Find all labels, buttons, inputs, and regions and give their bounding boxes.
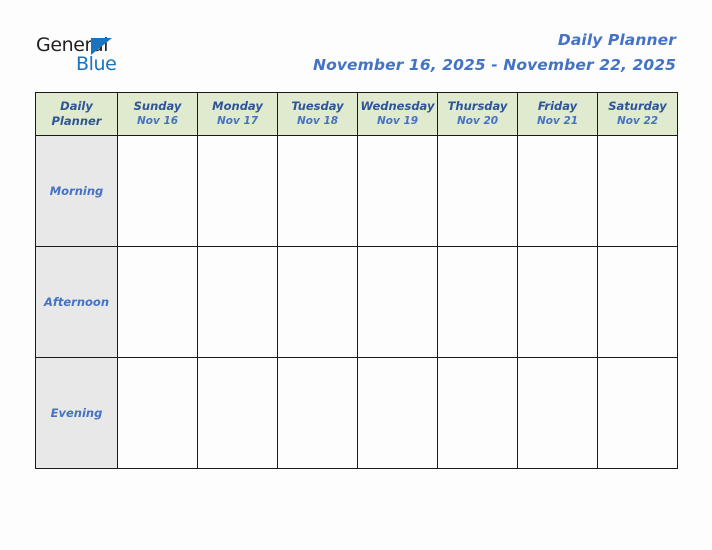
day-date: Nov 17: [216, 114, 259, 127]
planner-cell-evening-friday[interactable]: [517, 357, 598, 469]
day-date: Nov 22: [616, 114, 659, 127]
table-header-row: Daily Planner Sunday Nov 16 Monday Nov 1…: [35, 92, 678, 136]
planner-cell-afternoon-sunday[interactable]: [117, 246, 198, 358]
period-label-text: Afternoon: [43, 295, 110, 309]
day-name: Tuesday: [291, 99, 344, 114]
day-date: Nov 16: [136, 114, 179, 127]
period-label-text: Morning: [49, 184, 104, 198]
day-header-thursday: Thursday Nov 20: [437, 92, 518, 136]
day-header-friday: Friday Nov 21: [517, 92, 598, 136]
page-title: Daily Planner: [557, 31, 676, 49]
day-name: Thursday: [447, 99, 508, 114]
day-header-sunday: Sunday Nov 16: [117, 92, 198, 136]
planner-cell-afternoon-thursday[interactable]: [437, 246, 518, 358]
corner-cell: Daily Planner: [35, 92, 118, 136]
day-header-wednesday: Wednesday Nov 19: [357, 92, 438, 136]
date-range: November 16, 2025 - November 22, 2025: [313, 55, 676, 74]
day-header-tuesday: Tuesday Nov 18: [277, 92, 358, 136]
day-name: Saturday: [608, 99, 667, 114]
planner-cell-morning-saturday[interactable]: [597, 135, 678, 247]
planner-cell-evening-thursday[interactable]: [437, 357, 518, 469]
planner-cell-morning-sunday[interactable]: [117, 135, 198, 247]
day-date: Nov 20: [456, 114, 499, 127]
planner-cell-morning-tuesday[interactable]: [277, 135, 358, 247]
table-row-morning: Morning: [35, 135, 678, 247]
planner-cell-morning-friday[interactable]: [517, 135, 598, 247]
planner-cell-morning-thursday[interactable]: [437, 135, 518, 247]
planner-cell-afternoon-friday[interactable]: [517, 246, 598, 358]
planner-cell-morning-monday[interactable]: [197, 135, 278, 247]
day-date: Nov 19: [376, 114, 419, 127]
period-label-afternoon: Afternoon: [35, 246, 118, 358]
planner-cell-evening-wednesday[interactable]: [357, 357, 438, 469]
corner-line-1: Daily: [60, 99, 93, 114]
day-name: Monday: [212, 99, 263, 114]
day-name: Sunday: [133, 99, 182, 114]
table-row-evening: Evening: [35, 357, 678, 469]
period-label-text: Evening: [50, 406, 103, 420]
generalblue-logo[interactable]: General Blue: [36, 36, 126, 76]
period-label-evening: Evening: [35, 357, 118, 469]
planner-cell-evening-saturday[interactable]: [597, 357, 678, 469]
day-name: Wednesday: [360, 99, 435, 114]
table-row-afternoon: Afternoon: [35, 246, 678, 358]
planner-cell-evening-sunday[interactable]: [117, 357, 198, 469]
planner-cell-morning-wednesday[interactable]: [357, 135, 438, 247]
period-label-morning: Morning: [35, 135, 118, 247]
planner-cell-afternoon-tuesday[interactable]: [277, 246, 358, 358]
day-header-saturday: Saturday Nov 22: [597, 92, 678, 136]
day-date: Nov 18: [296, 114, 339, 127]
day-name: Friday: [537, 99, 578, 114]
planner-cell-afternoon-monday[interactable]: [197, 246, 278, 358]
day-date: Nov 21: [536, 114, 579, 127]
corner-line-2: Planner: [51, 114, 102, 128]
planner-cell-evening-tuesday[interactable]: [277, 357, 358, 469]
planner-cell-afternoon-saturday[interactable]: [597, 246, 678, 358]
planner-cell-afternoon-wednesday[interactable]: [357, 246, 438, 358]
page-header: General Blue Daily Planner November 16, …: [0, 0, 712, 92]
logo-text-blue: Blue: [76, 53, 117, 75]
weekly-planner-table: Daily Planner Sunday Nov 16 Monday Nov 1…: [35, 92, 678, 469]
planner-cell-evening-monday[interactable]: [197, 357, 278, 469]
day-header-monday: Monday Nov 17: [197, 92, 278, 136]
planner-page: General Blue Daily Planner November 16, …: [0, 0, 712, 550]
title-block: Daily Planner November 16, 2025 - Novemb…: [313, 30, 676, 76]
